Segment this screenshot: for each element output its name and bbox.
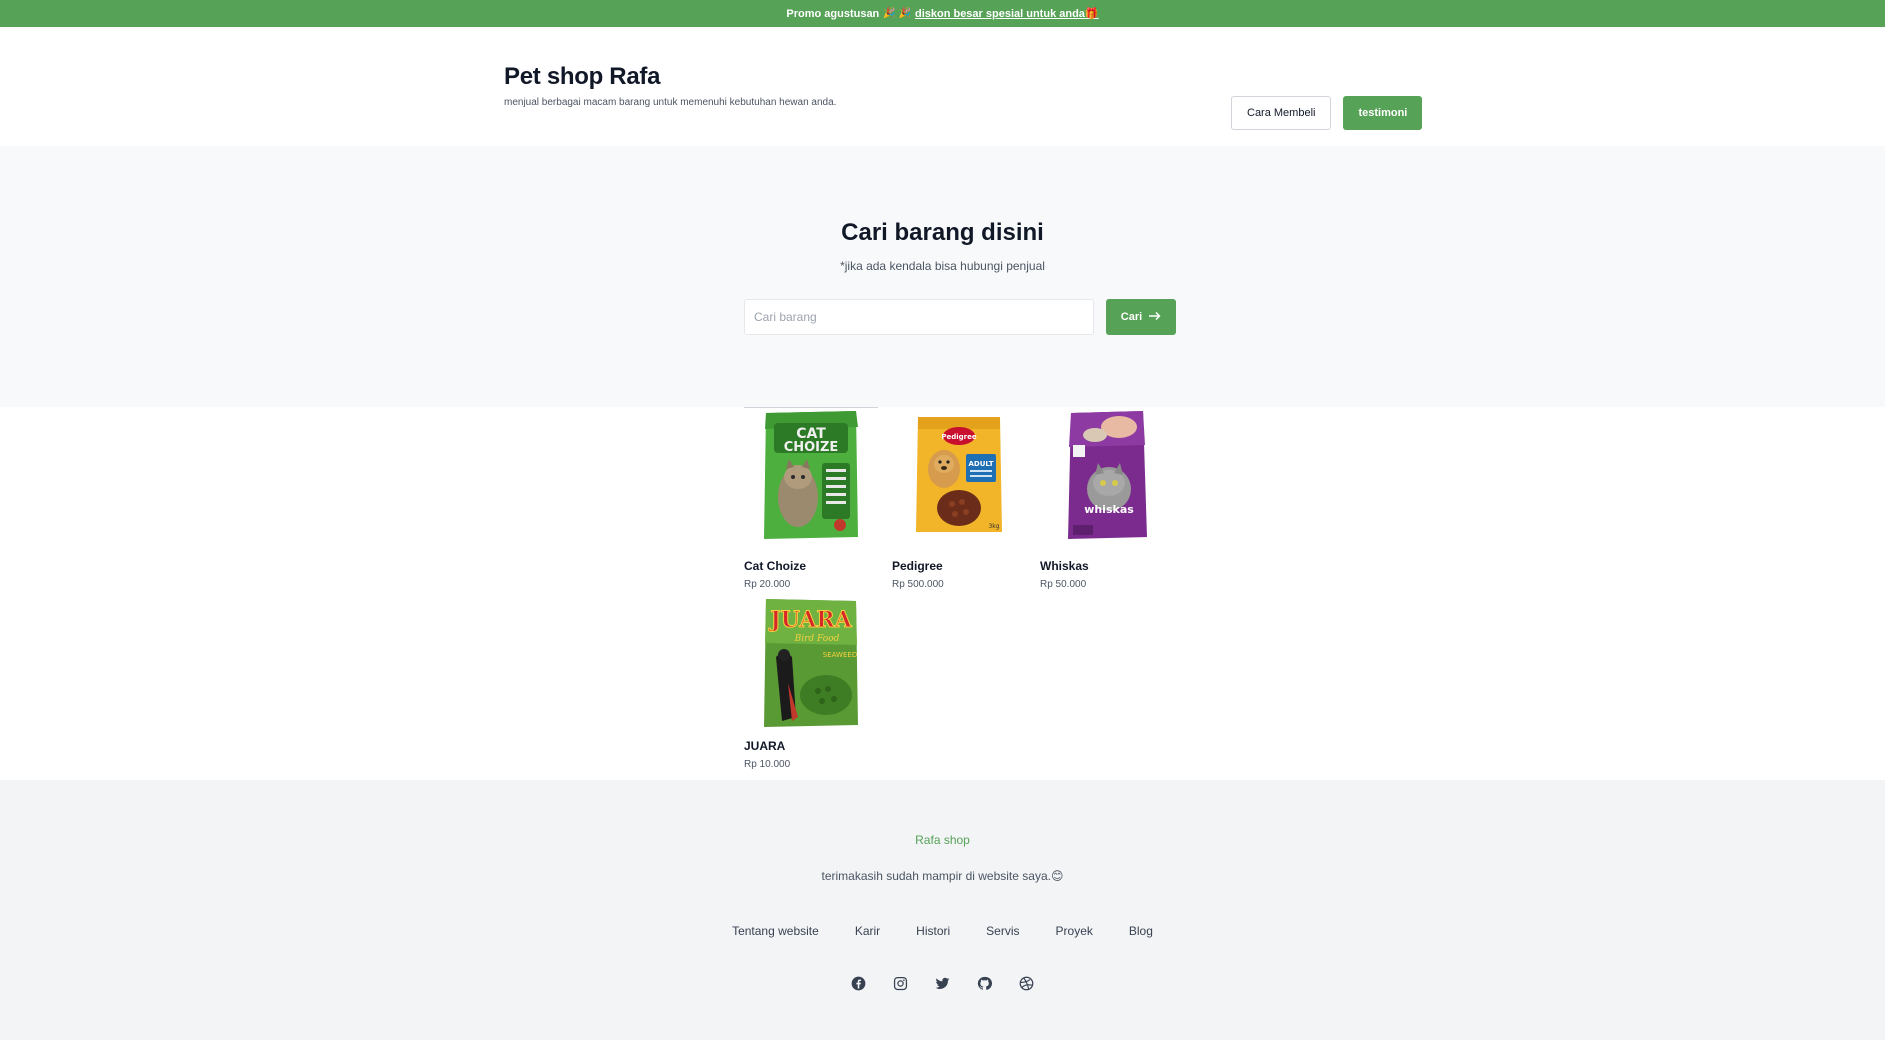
footer-link-proyek[interactable]: Proyek — [1056, 924, 1093, 938]
product-grid: CAT CHOIZE Cat Choize Rp 20.000 Pedigree… — [744, 407, 1174, 770]
testimoni-button[interactable]: testimoni — [1343, 96, 1423, 130]
product-price: Rp 50.000 — [1040, 579, 1087, 590]
footer-thanks: terimakasih sudah mampir di website saya… — [821, 869, 1064, 883]
product-image-whiskas: whiskas — [1040, 407, 1174, 542]
promo-label: Promo agustusan — [786, 7, 880, 20]
site-header: Pet shop Rafa menjual berbagai macam bar… — [0, 27, 1885, 146]
product-price: Rp 20.000 — [744, 579, 791, 590]
product-name: Pedigree — [892, 559, 943, 573]
product-image-juara: JUARA Bird Food SEAWEED — [744, 599, 878, 727]
product-name: Whiskas — [1040, 559, 1089, 573]
footer-link-servis[interactable]: Servis — [986, 924, 1019, 938]
search-title: Cari barang disini — [841, 219, 1044, 246]
svg-text:whiskas: whiskas — [1084, 503, 1134, 516]
footer-link-tentang-website[interactable]: Tentang website — [732, 924, 819, 938]
promo-link[interactable]: diskon besar spesial untuk anda🎁 — [915, 7, 1099, 20]
search-form: Cari — [744, 299, 1176, 335]
product-card[interactable]: Pedigree ADULT 3kg Pedigree Rp 500.000 — [892, 407, 1026, 590]
footer-brand: Rafa shop — [915, 833, 970, 847]
product-price: Rp 10.000 — [744, 759, 791, 770]
product-card[interactable]: JUARA Bird Food SEAWEED JUARA Rp 10.000 — [744, 599, 878, 770]
product-price: Rp 500.000 — [892, 579, 944, 590]
search-note: *jika ada kendala bisa hubungi penjual — [840, 259, 1045, 273]
search-input[interactable] — [744, 299, 1094, 335]
product-image-cat-choize: CAT CHOIZE — [744, 407, 878, 542]
header-actions: Cara Membeli testimoni — [1231, 96, 1423, 130]
brand: Pet shop Rafa menjual berbagai macam bar… — [504, 63, 836, 108]
svg-text:JUARA: JUARA — [768, 607, 852, 633]
search-button-label: Cari — [1120, 311, 1143, 323]
svg-text:SEAWEED: SEAWEED — [823, 651, 857, 659]
arrow-right-icon — [1149, 311, 1161, 324]
dribbble-icon[interactable] — [1019, 975, 1035, 991]
twitter-icon[interactable] — [935, 975, 951, 991]
product-name: Cat Choize — [744, 559, 807, 573]
footer-link-histori[interactable]: Histori — [916, 924, 950, 938]
product-card[interactable]: whiskas Whiskas Rp 50.000 — [1040, 407, 1174, 590]
product-section: CAT CHOIZE Cat Choize Rp 20.000 Pedigree… — [0, 407, 1885, 780]
party-icon: 🎉 🎉 — [883, 8, 911, 19]
footer-nav: Tentang website Karir Histori Servis Pro… — [0, 924, 1885, 938]
promo-bar: Promo agustusan 🎉 🎉 diskon besar spesial… — [0, 0, 1885, 27]
product-image-pedigree: Pedigree ADULT 3kg — [892, 407, 1026, 542]
smile-icon: 😊 — [1050, 869, 1064, 883]
product-card[interactable]: CAT CHOIZE Cat Choize Rp 20.000 — [744, 407, 878, 590]
site-footer: Rafa shop terimakasih sudah mampir di we… — [0, 780, 1885, 1040]
cara-membeli-button[interactable]: Cara Membeli — [1231, 96, 1332, 130]
social-links — [0, 975, 1885, 991]
svg-text:3kg: 3kg — [988, 523, 999, 530]
svg-text:Pedigree: Pedigree — [941, 433, 976, 441]
instagram-icon[interactable] — [893, 975, 909, 991]
product-name: JUARA — [744, 739, 786, 753]
github-icon[interactable] — [977, 975, 993, 991]
search-button[interactable]: Cari — [1106, 299, 1176, 335]
site-title: Pet shop Rafa — [504, 63, 661, 90]
site-subtitle: menjual berbagai macam barang untuk meme… — [504, 97, 837, 108]
svg-text:CHOIZE: CHOIZE — [784, 440, 839, 455]
search-section: Cari barang disini *jika ada kendala bis… — [0, 146, 1885, 407]
footer-link-karir[interactable]: Karir — [855, 924, 880, 938]
facebook-icon[interactable] — [851, 975, 867, 991]
svg-text:ADULT: ADULT — [969, 460, 994, 468]
gift-icon: 🎁 — [1084, 8, 1099, 20]
svg-text:Bird Food: Bird Food — [794, 634, 840, 644]
footer-link-blog[interactable]: Blog — [1129, 924, 1153, 938]
